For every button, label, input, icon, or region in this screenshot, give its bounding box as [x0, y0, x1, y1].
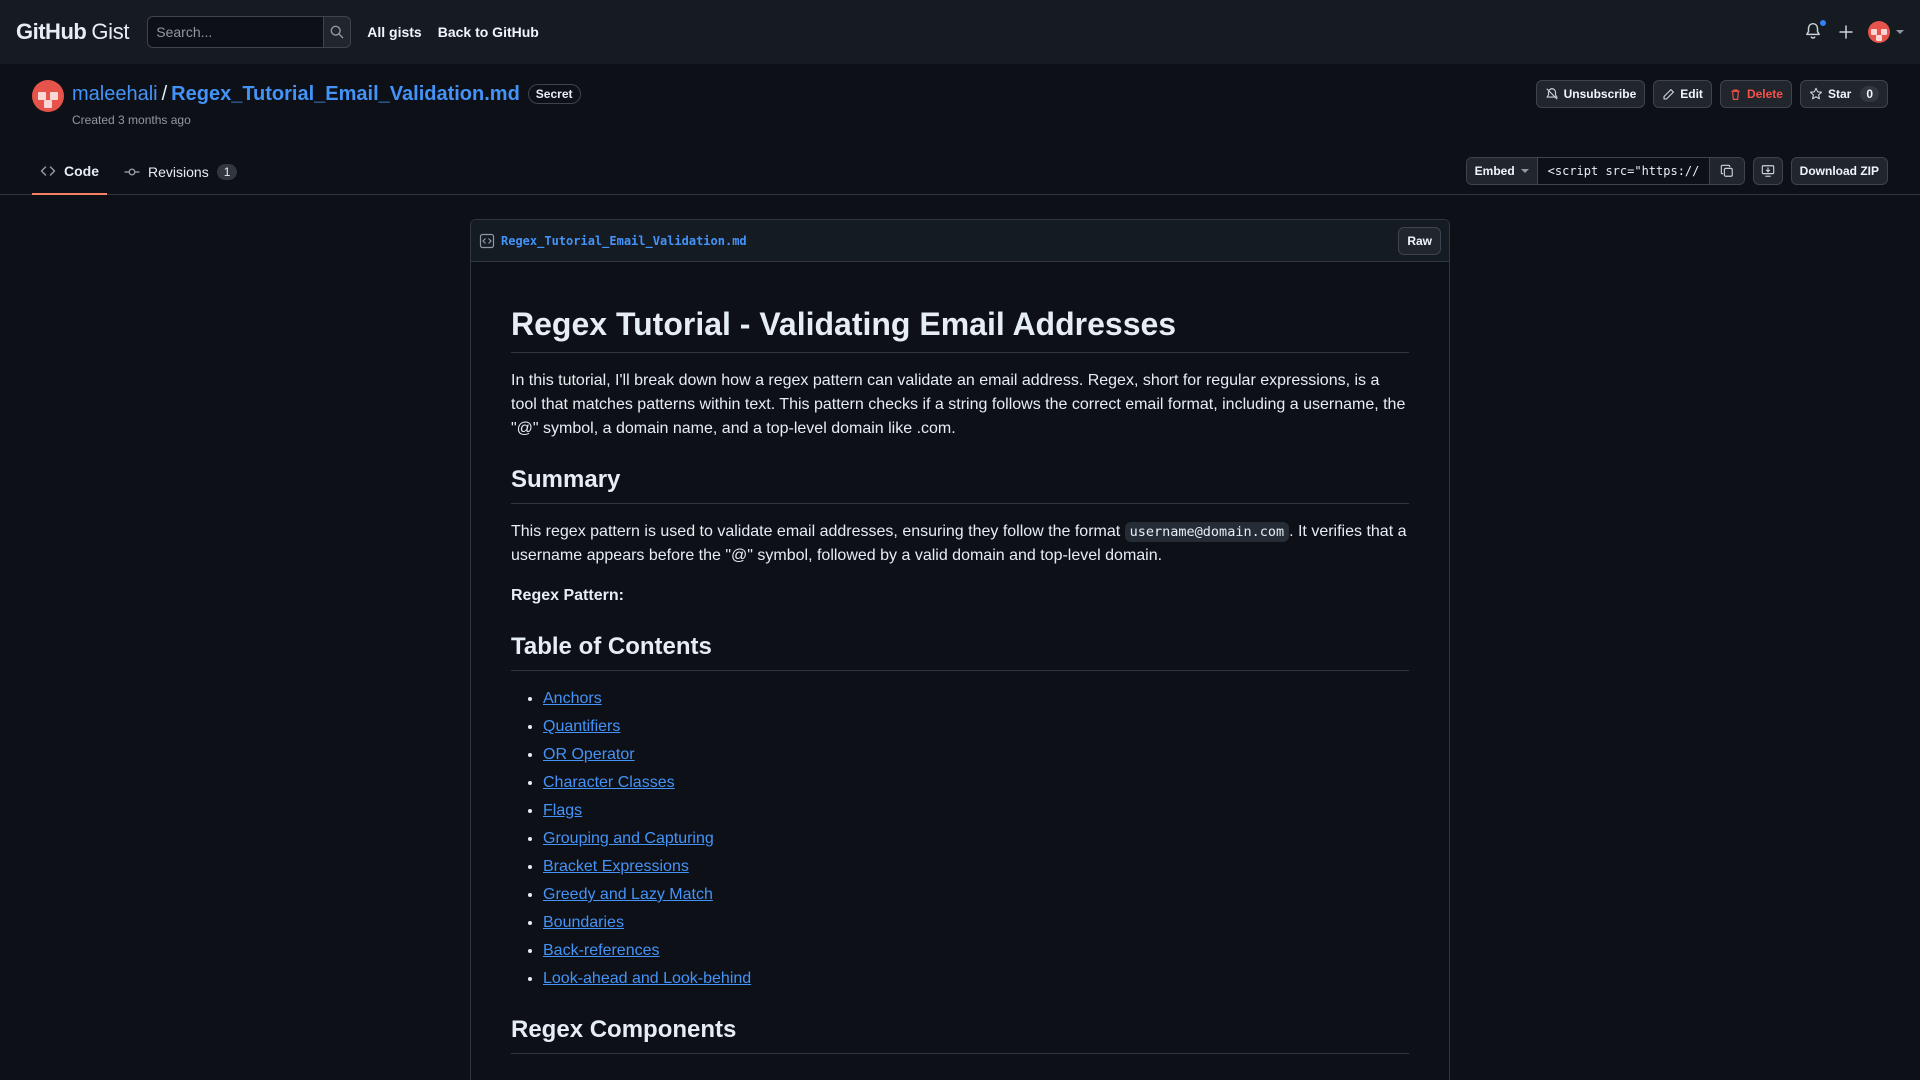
- regex-pattern-strong: Regex Pattern:: [511, 587, 624, 604]
- list-item: Anchors: [543, 687, 1409, 711]
- star-button[interactable]: Star 0: [1799, 80, 1888, 108]
- notifications-button[interactable]: [1804, 19, 1827, 42]
- list-item: Look-ahead and Look-behind: [543, 967, 1409, 991]
- toc-link-bracket-expressions[interactable]: Bracket Expressions: [543, 858, 689, 875]
- edit-button[interactable]: Edit: [1653, 80, 1712, 108]
- toc-link-grouping[interactable]: Grouping and Capturing: [543, 830, 714, 847]
- plus-icon: [1839, 25, 1853, 39]
- document-title: Regex Tutorial - Validating Email Addres…: [511, 304, 1409, 353]
- list-item: Grouping and Capturing: [543, 827, 1409, 851]
- created-timestamp: Created 3 months ago: [72, 113, 191, 127]
- list-item: Character Classes: [543, 771, 1409, 795]
- toc-link-look-ahead[interactable]: Look-ahead and Look-behind: [543, 970, 751, 987]
- star-count: 0: [1860, 86, 1879, 102]
- embed-code-field[interactable]: [1537, 158, 1710, 184]
- summary-paragraph: This regex pattern is used to validate e…: [511, 520, 1409, 568]
- back-to-github-link[interactable]: Back to GitHub: [438, 24, 539, 40]
- toc-link-character-classes[interactable]: Character Classes: [543, 774, 675, 791]
- user-menu-button[interactable]: [1868, 21, 1904, 43]
- inline-code: username@domain.com: [1124, 522, 1290, 542]
- user-avatar: [1868, 21, 1890, 43]
- file-header: Regex_Tutorial_Email_Validation.md Raw: [471, 220, 1449, 262]
- desktop-download-icon: [1761, 165, 1774, 177]
- search-button[interactable]: [323, 16, 352, 48]
- toc-link-or-operator[interactable]: OR Operator: [543, 746, 635, 763]
- file-code-icon: [479, 233, 495, 248]
- toc-heading: Table of Contents: [511, 632, 1409, 671]
- logo-github-text: GitHub: [16, 19, 87, 44]
- create-new-button[interactable]: [1838, 24, 1854, 40]
- copy-button[interactable]: [1709, 158, 1744, 184]
- tab-code[interactable]: Code: [32, 149, 107, 195]
- raw-button[interactable]: Raw: [1398, 227, 1441, 255]
- toc-link-quantifiers[interactable]: Quantifiers: [543, 718, 620, 735]
- list-item: Bracket Expressions: [543, 855, 1409, 879]
- toc-link-boundaries[interactable]: Boundaries: [543, 914, 624, 931]
- trash-icon: [1731, 88, 1740, 100]
- search-icon: [330, 25, 344, 39]
- title-separator: /: [161, 82, 168, 105]
- visibility-badge: Secret: [527, 84, 581, 104]
- list-item: OR Operator: [543, 743, 1409, 767]
- summary-heading: Summary: [511, 465, 1409, 504]
- edit-label: Edit: [1680, 87, 1703, 101]
- owner-link[interactable]: maleehali: [72, 83, 158, 106]
- logo-gist-text: Gist: [91, 19, 130, 44]
- copy-icon: [1720, 164, 1733, 177]
- components-heading: Regex Components: [511, 1015, 1409, 1054]
- notification-indicator: [1819, 19, 1827, 27]
- toc-link-back-references[interactable]: Back-references: [543, 942, 660, 959]
- toc-link-greedy-lazy[interactable]: Greedy and Lazy Match: [543, 886, 713, 903]
- unsubscribe-label: Unsubscribe: [1563, 87, 1637, 101]
- download-zip-button[interactable]: Download ZIP: [1790, 157, 1888, 185]
- top-navbar: GitHub Gist All gists Back to GitHub: [0, 0, 1920, 64]
- raw-label: Raw: [1407, 234, 1432, 248]
- file-name-link[interactable]: Regex_Tutorial_Email_Validation.md: [501, 234, 747, 248]
- intro-paragraph: In this tutorial, I'll break down how a …: [511, 372, 1406, 437]
- embed-select[interactable]: Embed: [1466, 158, 1538, 184]
- unsubscribe-button[interactable]: Unsubscribe: [1535, 80, 1646, 108]
- gist-filename-link[interactable]: Regex_Tutorial_Email_Validation.md: [171, 83, 520, 106]
- delete-label: Delete: [1746, 87, 1783, 101]
- list-item: Quantifiers: [543, 715, 1409, 739]
- summary-text-before: This regex pattern is used to validate e…: [511, 523, 1125, 540]
- chevron-down-icon: [1520, 169, 1529, 173]
- embed-clone-box: Embed: [1465, 157, 1745, 185]
- list-item: Boundaries: [543, 911, 1409, 935]
- list-item: Flags: [543, 799, 1409, 823]
- pencil-icon: [1663, 88, 1675, 100]
- search-bar: [147, 16, 352, 48]
- list-item: Greedy and Lazy Match: [543, 883, 1409, 907]
- tab-revisions-label: Revisions: [148, 164, 209, 180]
- all-gists-link[interactable]: All gists: [367, 24, 421, 40]
- markdown-body: Regex Tutorial - Validating Email Addres…: [471, 304, 1449, 1054]
- star-icon: [1809, 87, 1823, 100]
- owner-avatar[interactable]: [32, 80, 64, 112]
- bell-slash-icon: [1545, 88, 1558, 100]
- toc-list: Anchors Quantifiers OR Operator Characte…: [511, 687, 1409, 991]
- tab-revisions[interactable]: Revisions 1: [116, 149, 245, 195]
- chevron-down-icon: [1896, 30, 1904, 34]
- list-item: Back-references: [543, 939, 1409, 963]
- top-right-controls: [1804, 0, 1904, 64]
- gist-title: maleehali / Regex_Tutorial_Email_Validat…: [72, 80, 581, 108]
- toc-link-anchors[interactable]: Anchors: [543, 690, 602, 707]
- star-label: Star: [1827, 87, 1852, 101]
- search-input[interactable]: [147, 16, 324, 48]
- regex-pattern-label: Regex Pattern:: [511, 584, 1409, 608]
- delete-button[interactable]: Delete: [1719, 80, 1792, 108]
- git-commit-icon: [124, 168, 140, 176]
- code-icon: [40, 166, 56, 176]
- github-gist-logo[interactable]: GitHub Gist: [16, 16, 130, 48]
- revisions-count: 1: [216, 164, 238, 180]
- toc-link-flags[interactable]: Flags: [543, 802, 582, 819]
- file-container: Regex_Tutorial_Email_Validation.md Raw R…: [470, 219, 1450, 1080]
- embed-select-label: Embed: [1474, 164, 1515, 178]
- tab-code-label: Code: [64, 163, 99, 179]
- embed-controls: Embed Download ZIP: [1465, 157, 1888, 185]
- download-zip-label: Download ZIP: [1799, 164, 1879, 178]
- gist-actions: Unsubscribe Edit Delete Star 0: [1535, 80, 1888, 108]
- open-desktop-button[interactable]: [1752, 157, 1783, 185]
- gist-header: maleehali / Regex_Tutorial_Email_Validat…: [32, 80, 581, 112]
